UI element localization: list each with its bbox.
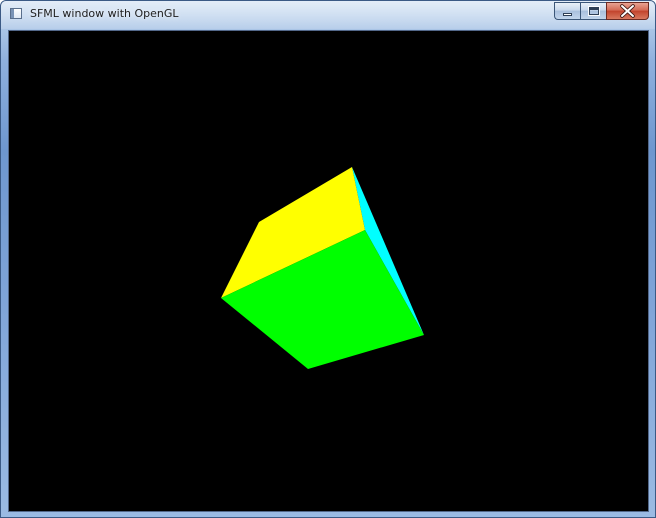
cube-scene [221, 167, 424, 369]
title-bar[interactable]: SFML window with OpenGL [1, 1, 655, 29]
window-title: SFML window with OpenGL [30, 7, 179, 20]
close-icon [620, 4, 635, 18]
app-window-icon[interactable] [10, 8, 22, 19]
caption-buttons [554, 2, 649, 20]
minimize-button[interactable] [554, 2, 580, 20]
maximize-button[interactable] [580, 2, 606, 20]
app-window: SFML window with OpenGL [0, 0, 656, 518]
maximize-icon [589, 7, 599, 15]
close-button[interactable] [606, 2, 649, 20]
minimize-icon [563, 13, 572, 16]
opengl-viewport[interactable] [8, 30, 649, 512]
